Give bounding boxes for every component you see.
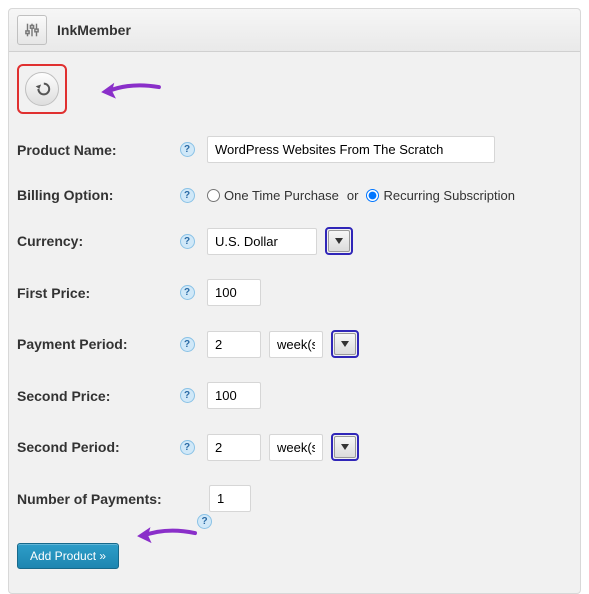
row-second-price: Second Price: ? (9, 370, 580, 421)
help-icon[interactable]: ? (180, 234, 195, 249)
second-period-dropdown-button[interactable] (334, 436, 356, 458)
product-name-input[interactable] (207, 136, 495, 163)
row-product-name: Product Name: ? (9, 124, 580, 175)
label-currency: Currency: (17, 233, 167, 249)
dropdown-highlight-annotation (325, 227, 353, 255)
undo-icon (33, 80, 51, 98)
row-number-of-payments: Number of Payments: (9, 473, 580, 514)
help-icon[interactable]: ? (180, 188, 195, 203)
radio-recurring[interactable] (366, 189, 379, 202)
help-icon[interactable]: ? (180, 142, 195, 157)
payment-period-unit-input[interactable] (269, 331, 323, 358)
label-payment-period: Payment Period: (17, 336, 167, 352)
payment-period-dropdown-button[interactable] (334, 333, 356, 355)
payment-period-input[interactable] (207, 331, 261, 358)
help-icon[interactable]: ? (180, 285, 195, 300)
number-of-payments-input[interactable] (209, 485, 251, 512)
add-product-button[interactable]: Add Product » (17, 543, 119, 569)
label-second-period: Second Period: (17, 439, 167, 455)
dropdown-highlight-annotation (331, 433, 359, 461)
row-second-period: Second Period: ? (9, 421, 580, 473)
label-second-price: Second Price: (17, 388, 167, 404)
help-icon[interactable]: ? (180, 388, 195, 403)
annotation-arrow-icon (100, 75, 162, 103)
currency-dropdown-button[interactable] (328, 230, 350, 252)
dropdown-highlight-annotation (331, 330, 359, 358)
row-payment-period: Payment Period: ? (9, 318, 580, 370)
help-icon[interactable]: ? (180, 440, 195, 455)
help-icon[interactable]: ? (180, 337, 195, 352)
panel-header: InkMember (9, 9, 580, 52)
second-period-unit-input[interactable] (269, 434, 323, 461)
label-first-price: First Price: (17, 285, 167, 301)
panel-body: Product Name: ? Billing Option: ? One Ti… (9, 52, 580, 593)
row-currency: Currency: ? (9, 215, 580, 267)
first-price-input[interactable] (207, 279, 261, 306)
row-nop-help: ? (9, 514, 580, 533)
back-highlight-annotation (17, 64, 67, 114)
label-one-time: One Time Purchase (224, 188, 339, 203)
back-button[interactable] (25, 72, 59, 106)
radio-one-time[interactable] (207, 189, 220, 202)
back-row (9, 60, 580, 124)
label-or: or (347, 188, 359, 203)
panel-title: InkMember (57, 22, 131, 38)
currency-input[interactable] (207, 228, 317, 255)
row-first-price: First Price: ? (9, 267, 580, 318)
label-number-of-payments: Number of Payments: (17, 491, 187, 507)
inkmember-panel: InkMember Product Name: ? B (8, 8, 581, 594)
help-icon[interactable]: ? (197, 514, 212, 529)
row-billing-option: Billing Option: ? One Time Purchase or R… (9, 175, 580, 215)
label-billing-option: Billing Option: (17, 187, 167, 203)
label-recurring: Recurring Subscription (383, 188, 515, 203)
settings-sliders-icon (17, 15, 47, 45)
second-price-input[interactable] (207, 382, 261, 409)
label-product-name: Product Name: (17, 142, 167, 158)
second-period-input[interactable] (207, 434, 261, 461)
footer-row: Add Product » (9, 533, 580, 577)
